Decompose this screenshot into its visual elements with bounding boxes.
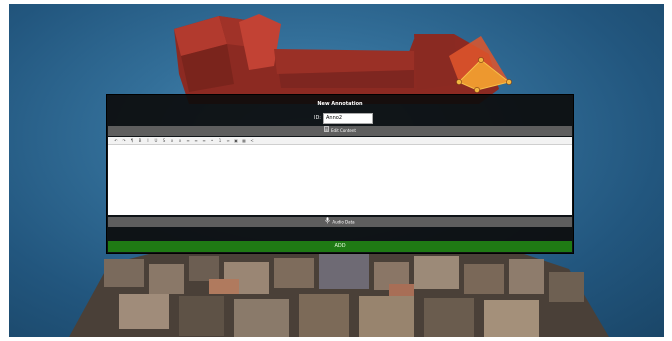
superscript-icon[interactable]: x xyxy=(178,138,182,143)
editor-toolbar: ↶ ↷ ¶ B I U Sx x ≡ ≡ ≡ • 1 ∞ ▣ ▦ < xyxy=(108,137,572,145)
polygon-handle[interactable] xyxy=(478,57,484,63)
bold-icon[interactable]: B xyxy=(138,138,142,143)
underline-icon[interactable]: U xyxy=(154,138,158,143)
polygon-handle[interactable] xyxy=(456,79,462,85)
strike-icon[interactable]: S xyxy=(162,138,166,143)
align-left-icon[interactable]: ≡ xyxy=(186,138,190,143)
link-icon[interactable]: ∞ xyxy=(226,138,230,143)
align-center-icon[interactable]: ≡ xyxy=(194,138,198,143)
edit-content-icon xyxy=(324,126,329,136)
id-row: ID: xyxy=(107,113,573,124)
paragraph-icon[interactable]: ¶ xyxy=(130,138,134,143)
align-right-icon[interactable]: ≡ xyxy=(202,138,206,143)
id-label: ID: xyxy=(313,115,321,121)
subscript-icon[interactable]: x xyxy=(170,138,174,143)
edit-content-bar[interactable]: Edit Content xyxy=(108,126,572,136)
undo-icon[interactable]: ↶ xyxy=(114,138,118,143)
italic-icon[interactable]: I xyxy=(146,138,150,143)
add-button[interactable]: ADD xyxy=(108,241,572,252)
3d-viewport[interactable]: New Annotation ID: Edit Content ↶ ↷ ¶ BIUSx… xyxy=(9,4,664,337)
code-icon[interactable]: < xyxy=(250,138,254,143)
table-icon[interactable]: ▦ xyxy=(242,138,246,143)
content-editor[interactable] xyxy=(108,145,572,215)
image-icon[interactable]: ▣ xyxy=(234,138,238,143)
audio-data-label: Audio Data xyxy=(332,219,355,225)
polygon-handle[interactable] xyxy=(474,87,480,93)
id-input[interactable] xyxy=(323,113,373,124)
redo-icon[interactable]: ↷ xyxy=(122,138,126,143)
edit-content-label: Edit Content xyxy=(331,128,356,133)
list-bullet-icon[interactable]: • xyxy=(210,138,214,143)
microphone-icon xyxy=(325,217,331,228)
new-annotation-dialog: New Annotation ID: Edit Content ↶ ↷ ¶ BIUSx… xyxy=(106,94,574,254)
audio-data-bar[interactable]: Audio Data xyxy=(108,217,572,227)
list-number-icon[interactable]: 1 xyxy=(218,138,222,143)
polygon-handle[interactable] xyxy=(506,79,512,85)
dialog-title: New Annotation xyxy=(317,101,363,107)
